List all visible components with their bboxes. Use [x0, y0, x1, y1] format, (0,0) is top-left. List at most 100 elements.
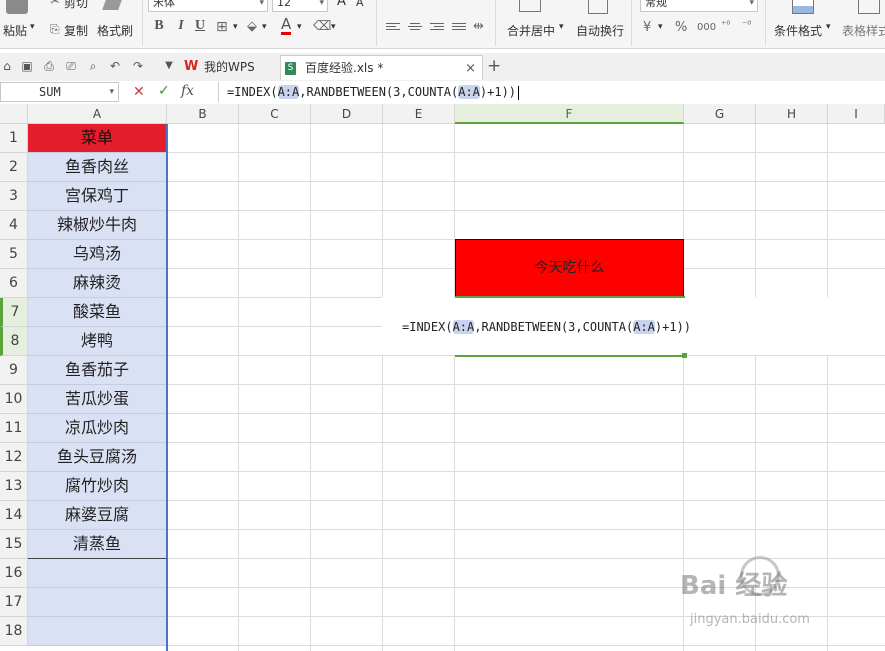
column-a-cell[interactable]: 苦瓜炒蛋 [28, 385, 166, 414]
print-preview-icon[interactable]: ⌕ [86, 59, 100, 73]
table-style-button[interactable]: 表格样式 [842, 22, 885, 39]
row-header-4[interactable]: 4 [0, 211, 28, 240]
font-size-select[interactable]: 12 ▾ [272, 0, 328, 12]
currency-dropdown-icon[interactable]: ▾ [658, 22, 663, 32]
column-a-cell[interactable]: 鱼香茄子 [28, 356, 166, 385]
number-format-select[interactable]: 常规 ▾ [640, 0, 758, 12]
fill-color-icon[interactable]: ⬙ [247, 19, 257, 34]
insert-function-button[interactable]: fx [181, 83, 194, 99]
row-header-18[interactable]: 18 [0, 617, 28, 646]
column-a-cell[interactable]: 乌鸡汤 [28, 240, 166, 269]
column-header-d[interactable]: D [311, 104, 383, 124]
column-a-cell[interactable] [28, 559, 166, 588]
row-header-3[interactable]: 3 [0, 182, 28, 211]
column-a-header-cell[interactable]: 菜单 [28, 124, 166, 153]
font-color-dropdown2-icon[interactable]: ▾ [331, 22, 336, 32]
column-a-cell[interactable]: 麻婆豆腐 [28, 501, 166, 530]
column-header-g[interactable]: G [684, 104, 756, 124]
align-middle-icon[interactable] [408, 23, 422, 35]
row-header-9[interactable]: 9 [0, 356, 28, 385]
border-icon[interactable]: ⊞ [216, 19, 228, 35]
column-header-b[interactable]: B [167, 104, 239, 124]
row-header-14[interactable]: 14 [0, 501, 28, 530]
row-header-8[interactable]: 8 [0, 327, 28, 356]
column-a-cell[interactable]: 辣椒炒牛肉 [28, 211, 166, 240]
new-tab-icon[interactable]: + [487, 58, 501, 75]
column-a-cell[interactable]: 凉瓜炒肉 [28, 414, 166, 443]
row-header-7[interactable]: 7 [0, 298, 28, 327]
format-painter-button[interactable]: 格式刷 [97, 22, 133, 39]
underline-button[interactable]: U [192, 18, 208, 34]
tab-document[interactable]: S 百度经验.xls * × [280, 55, 483, 80]
paste-icon[interactable] [6, 0, 28, 14]
formula-input[interactable]: =INDEX(A:A,RANDBETWEEN(3,COUNTA(A:A)+1)) [218, 82, 885, 102]
customize-dropdown-icon[interactable]: ▼ [162, 59, 176, 73]
column-a-cell[interactable]: 鱼头豆腐汤 [28, 443, 166, 472]
paste-dropdown-icon[interactable]: ▾ [30, 22, 35, 32]
name-box[interactable]: SUM ▾ [0, 82, 119, 102]
font-color-icon[interactable]: A [281, 17, 292, 35]
export-icon[interactable]: ⎙ [42, 59, 56, 73]
save-icon[interactable]: ▣ [20, 59, 34, 73]
column-header-a[interactable]: A [28, 104, 167, 124]
tab-my-wps[interactable]: W 我的WPS [180, 55, 280, 80]
copy-button[interactable]: 复制 [64, 22, 88, 39]
column-header-e[interactable]: E [383, 104, 455, 124]
font-name-select[interactable]: 宋体 ▾ [148, 0, 268, 12]
conditional-format-dropdown-icon[interactable]: ▾ [826, 22, 831, 32]
column-a-cell[interactable] [28, 588, 166, 617]
italic-button[interactable]: I [173, 18, 189, 34]
column-a-cell[interactable]: 酸菜鱼 [28, 298, 166, 327]
column-header-f[interactable]: F [455, 104, 684, 124]
column-a-cell[interactable]: 腐竹炒肉 [28, 472, 166, 501]
column-header-i[interactable]: I [828, 104, 885, 124]
column-a-cell[interactable]: 鱼香肉丝 [28, 153, 166, 182]
cancel-icon[interactable]: ✕ [133, 84, 145, 100]
row-header-6[interactable]: 6 [0, 269, 28, 298]
conditional-format-button[interactable]: 条件格式 [774, 22, 822, 39]
confirm-icon[interactable]: ✓ [158, 83, 170, 99]
column-a-cell[interactable]: 麻辣烫 [28, 269, 166, 298]
row-header-2[interactable]: 2 [0, 153, 28, 182]
print-icon[interactable]: ⎚ [64, 59, 78, 73]
grow-font-icon[interactable]: A [337, 0, 346, 9]
row-header-1[interactable]: 1 [0, 124, 28, 153]
row-header-12[interactable]: 12 [0, 443, 28, 472]
cut-button[interactable]: 剪切 [64, 0, 88, 11]
shrink-font-icon[interactable]: A [356, 0, 364, 9]
paste-button[interactable]: 粘贴 [3, 22, 27, 39]
fill-dropdown-icon[interactable]: ▾ [262, 22, 267, 32]
column-a-cell[interactable]: 清蒸鱼 [28, 530, 166, 559]
redo-icon[interactable]: ↷ [131, 59, 145, 73]
row-header-5[interactable]: 5 [0, 240, 28, 269]
currency-icon[interactable]: ¥ [643, 20, 651, 35]
border-dropdown-icon[interactable]: ▾ [233, 22, 238, 32]
row-header-16[interactable]: 16 [0, 559, 28, 588]
percent-button[interactable]: % [675, 20, 687, 35]
align-top-icon[interactable] [386, 23, 400, 35]
clear-format-icon[interactable]: ⌫ [313, 19, 331, 34]
bold-button[interactable]: B [151, 18, 167, 34]
font-color-dropdown-icon[interactable]: ▾ [297, 22, 302, 32]
close-icon[interactable]: × [465, 56, 476, 81]
increase-decimal-icon[interactable]: ⁺⁰ [721, 20, 730, 31]
fill-handle[interactable] [682, 353, 687, 358]
distribute-icon[interactable]: ⇹ [473, 19, 484, 34]
merge-dropdown-icon[interactable]: ▾ [559, 22, 564, 32]
select-all-corner[interactable] [0, 104, 28, 124]
justify-icon[interactable] [452, 23, 466, 35]
row-header-13[interactable]: 13 [0, 472, 28, 501]
thousands-button[interactable]: 000 [697, 22, 716, 33]
row-header-17[interactable]: 17 [0, 588, 28, 617]
undo-icon[interactable]: ↶ [108, 59, 122, 73]
column-header-h[interactable]: H [756, 104, 828, 124]
column-a-cell[interactable]: 烤鸭 [28, 327, 166, 356]
editing-cell-f7[interactable]: =INDEX(A:A,RANDBETWEEN(3,COUNTA(A:A)+1)) [382, 297, 885, 355]
column-header-c[interactable]: C [239, 104, 311, 124]
open-folder-icon[interactable]: ⌂ [0, 59, 14, 73]
align-bottom-icon[interactable] [430, 23, 444, 35]
decrease-decimal-icon[interactable]: ⁻⁰ [742, 20, 751, 31]
row-header-15[interactable]: 15 [0, 530, 28, 559]
column-a-cell[interactable]: 宫保鸡丁 [28, 182, 166, 211]
column-a-cell[interactable] [28, 617, 166, 646]
